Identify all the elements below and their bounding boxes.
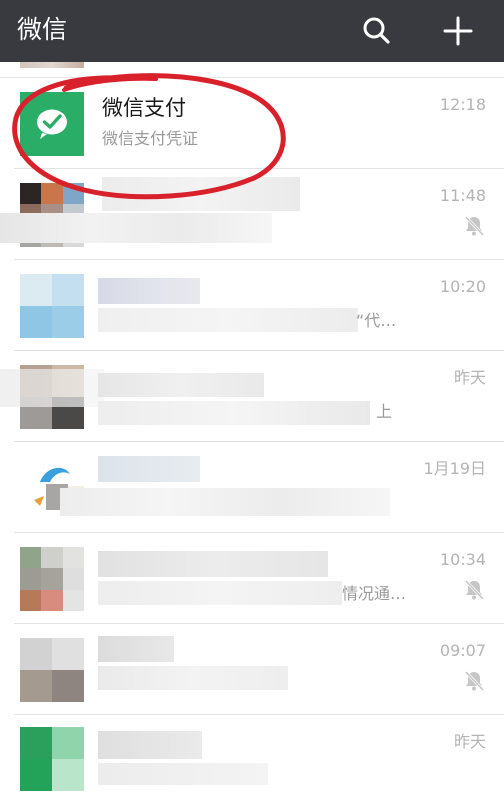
chat-row[interactable]: 09:07	[0, 624, 504, 715]
avatar	[20, 62, 84, 68]
chat-preview: 上	[376, 402, 393, 421]
avatar	[20, 727, 84, 791]
redacted-name	[98, 636, 174, 662]
chat-row[interactable]: “代… 10:20	[0, 260, 504, 351]
chat-time: 昨天	[453, 732, 486, 751]
chat-row[interactable]: 1月19日	[0, 442, 504, 533]
redacted-name	[98, 731, 202, 759]
redacted-preview	[98, 763, 268, 785]
avatar	[20, 547, 84, 611]
search-icon[interactable]	[353, 8, 399, 54]
redacted-name	[0, 369, 104, 407]
chat-row[interactable]: 情况通… 10:34	[0, 533, 504, 624]
chat-time: 09:07	[439, 641, 486, 660]
avatar	[20, 274, 84, 338]
chat-row-partial[interactable]	[0, 62, 504, 78]
chat-preview: “代…	[356, 311, 397, 330]
redacted-name	[102, 177, 300, 211]
chat-name: 微信支付	[102, 96, 186, 120]
chat-time: 10:34	[439, 550, 486, 569]
redacted-preview	[0, 213, 272, 243]
top-bar: 微信	[0, 0, 504, 62]
redacted-name	[98, 551, 328, 577]
mute-icon	[464, 579, 485, 601]
chat-time: 昨天	[453, 368, 486, 387]
chat-time: 12:18	[439, 95, 486, 114]
redacted-name	[98, 278, 200, 304]
chat-time: 1月19日	[423, 459, 486, 478]
redacted-preview	[60, 488, 390, 516]
wechat-pay-icon	[20, 92, 84, 156]
redacted-name	[98, 373, 264, 397]
chat-list: 微信支付 微信支付凭证 12:18 11:48 “代… 10:20 上 昨天 1…	[0, 78, 504, 792]
chat-preview: 微信支付凭证	[102, 129, 199, 148]
chat-time: 10:20	[439, 277, 486, 296]
chat-time: 11:48	[439, 186, 486, 205]
chat-row[interactable]: 11:48	[0, 169, 504, 260]
avatar	[20, 638, 84, 702]
chat-row[interactable]: 上 昨天	[0, 351, 504, 442]
redacted-preview	[98, 581, 342, 605]
redacted-preview	[98, 666, 288, 690]
chat-row[interactable]: 昨天	[0, 715, 504, 792]
redacted-name	[98, 456, 200, 482]
redacted-preview	[98, 308, 358, 332]
plus-icon[interactable]	[435, 8, 481, 54]
redacted-preview	[98, 401, 370, 425]
chat-preview: 情况通…	[342, 584, 407, 603]
chat-row-wechat-pay[interactable]: 微信支付 微信支付凭证 12:18	[0, 78, 504, 169]
mute-icon	[464, 670, 485, 692]
page-title: 微信	[17, 15, 68, 44]
mute-icon	[464, 215, 485, 237]
